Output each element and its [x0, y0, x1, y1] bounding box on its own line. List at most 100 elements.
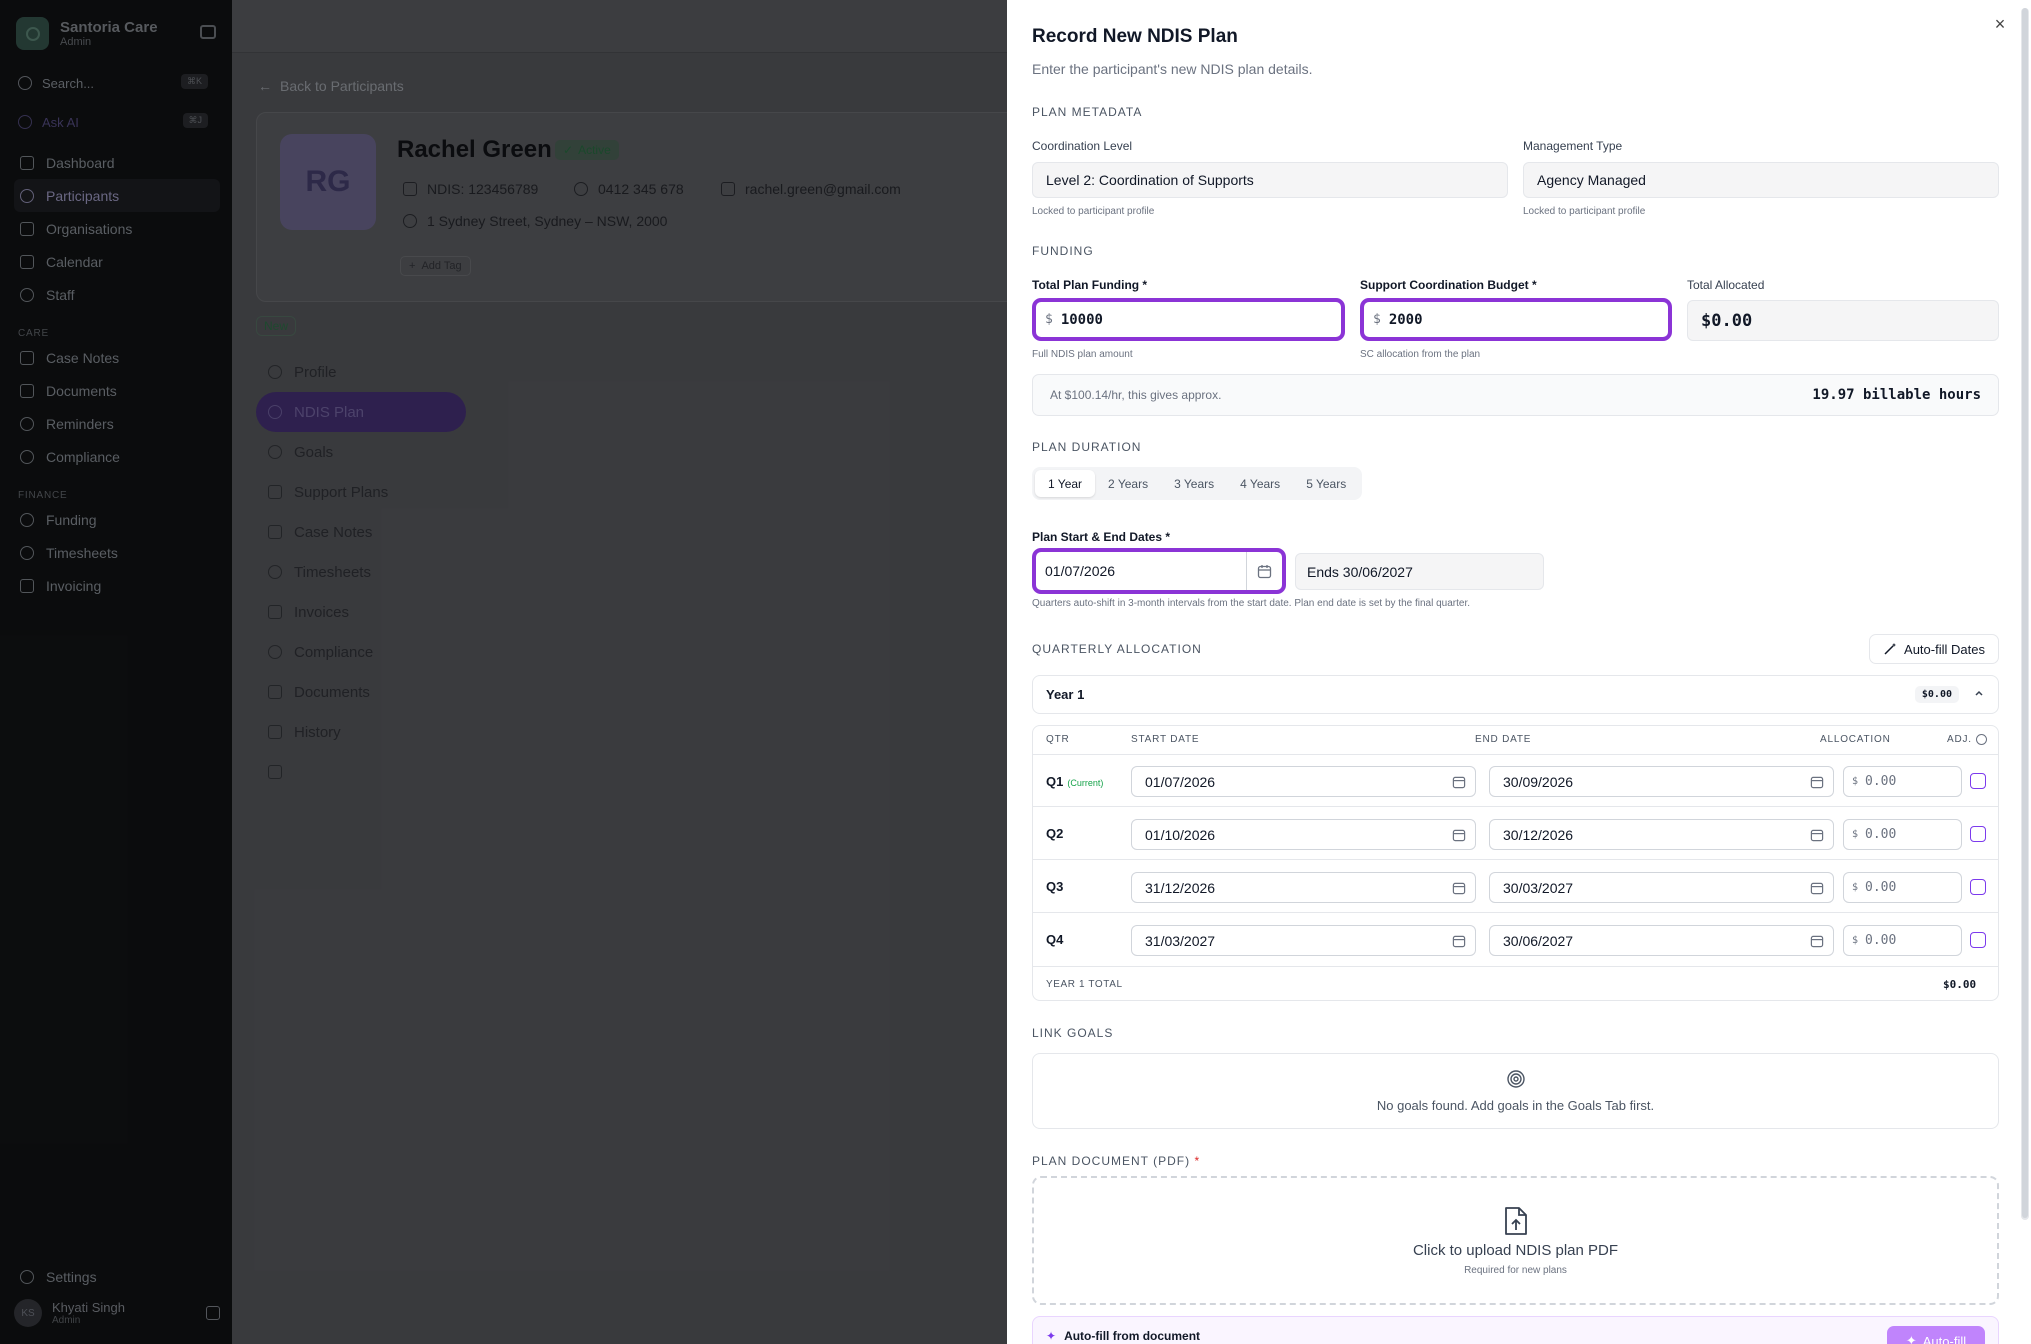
q2-start-date-input[interactable]: 01/10/2026	[1131, 819, 1476, 850]
auto-fill-dates-button[interactable]: Auto-fill Dates	[1869, 634, 1999, 664]
auto-fill-button[interactable]: ✦ Auto-fill	[1887, 1326, 1985, 1344]
divider	[1033, 754, 1998, 755]
quarter-label: Q4	[1046, 932, 1063, 947]
calendar-icon[interactable]	[1452, 828, 1466, 845]
total-plan-funding-hint: Full NDIS plan amount	[1032, 349, 1133, 360]
plan-dates-hint: Quarters auto-shift in 3-month intervals…	[1032, 598, 1471, 609]
sc-budget-label: Support Coordination Budget *	[1360, 278, 1537, 292]
q3-end-date-value: 30/03/2027	[1503, 879, 1574, 896]
currency-symbol: $	[1852, 776, 1859, 787]
q3-adjust-checkbox[interactable]	[1970, 879, 1986, 895]
quarter-label: Q3	[1046, 879, 1063, 894]
q1-allocation-value: 0.00	[1865, 774, 1897, 789]
duration-option-5-years[interactable]: 5 Years	[1293, 470, 1359, 497]
q1-end-date-input[interactable]: 30/09/2026	[1489, 766, 1834, 797]
quarter-label: Q1 (Current)	[1046, 774, 1103, 789]
total-plan-funding-value: 10000	[1060, 311, 1103, 328]
q2-allocation-input[interactable]: $0.00	[1843, 819, 1962, 850]
coordination-level-hint: Locked to participant profile	[1032, 206, 1155, 217]
upload-hint: Required for new plans	[1464, 1264, 1567, 1276]
management-type-field: Agency Managed	[1523, 162, 1999, 198]
modal-backdrop[interactable]	[0, 0, 1007, 1344]
plan-start-date-value: 01/07/2026	[1045, 563, 1116, 579]
q2-adjust-checkbox[interactable]	[1970, 826, 1986, 842]
calendar-icon[interactable]	[1246, 552, 1282, 590]
sc-budget-value: 2000	[1388, 311, 1423, 328]
q3-start-date-value: 31/12/2026	[1145, 879, 1216, 896]
calendar-icon[interactable]	[1810, 775, 1824, 792]
q4-start-date-input[interactable]: 31/03/2027	[1131, 925, 1476, 956]
quarter-label: Q2	[1046, 826, 1063, 841]
divider	[1033, 806, 1998, 807]
q3-allocation-input[interactable]: $0.00	[1843, 872, 1962, 903]
sc-budget-input[interactable]: $ 2000	[1360, 298, 1672, 341]
q1-adjust-checkbox[interactable]	[1970, 773, 1986, 789]
total-plan-funding-label: Total Plan Funding *	[1032, 278, 1147, 292]
plan-duration-selector: 1 Year 2 Years 3 Years 4 Years 5 Years	[1032, 467, 1363, 500]
duration-option-2-years[interactable]: 2 Years	[1095, 470, 1161, 497]
sc-budget-label-text: Support Coordination Budget *	[1360, 278, 1537, 292]
required-marker: *	[1194, 1154, 1201, 1168]
goals-empty-text: No goals found. Add goals in the Goals T…	[1376, 1098, 1655, 1113]
auto-fill-from-document-label: Auto-fill from document	[1064, 1329, 1201, 1343]
q4-adjust-checkbox[interactable]	[1970, 932, 1986, 948]
q4-end-date-input[interactable]: 30/06/2027	[1489, 925, 1834, 956]
col-header-qtr: QTR	[1046, 734, 1070, 745]
file-upload-icon	[1504, 1206, 1527, 1235]
section-plan-metadata: PLAN METADATA	[1032, 105, 1143, 119]
calendar-icon[interactable]	[1810, 881, 1824, 898]
management-type-label: Management Type	[1523, 139, 1623, 153]
year-amount-badge: $0.00	[1914, 686, 1959, 703]
q1-start-date-input[interactable]: 01/07/2026	[1131, 766, 1476, 797]
q2-end-date-input[interactable]: 30/12/2026	[1489, 819, 1834, 850]
section-link-goals: LINK GOALS	[1032, 1026, 1114, 1040]
sparkle-icon: ✦	[1905, 1333, 1917, 1344]
panel-scrollbar[interactable]	[2021, 8, 2029, 1220]
divider	[1033, 912, 1998, 913]
calendar-icon[interactable]	[1452, 881, 1466, 898]
q3-end-date-input[interactable]: 30/03/2027	[1489, 872, 1834, 903]
sc-budget-hint: SC allocation from the plan	[1360, 349, 1481, 360]
q4-start-date-value: 31/03/2027	[1145, 932, 1216, 949]
coordination-level-label: Coordination Level	[1032, 139, 1133, 153]
scrollbar-thumb[interactable]	[2022, 8, 2028, 1218]
auto-fill-button-label: Auto-fill	[1922, 1333, 1967, 1344]
total-plan-funding-label-text: Total Plan Funding *	[1032, 278, 1148, 292]
chevron-up-icon[interactable]	[1973, 686, 1985, 704]
quarter-name: Q2	[1046, 826, 1064, 841]
calendar-icon[interactable]	[1452, 775, 1466, 792]
management-type-hint: Locked to participant profile	[1523, 206, 1646, 217]
year-1-accordion[interactable]: Year 1 $0.00	[1032, 675, 1999, 714]
total-plan-funding-input[interactable]: $ 10000	[1032, 298, 1345, 341]
plan-start-date-input[interactable]: 01/07/2026	[1032, 548, 1286, 594]
section-funding: FUNDING	[1032, 244, 1094, 258]
upload-label: Click to upload NDIS plan PDF	[1412, 1241, 1619, 1259]
currency-symbol: $	[1852, 882, 1859, 893]
calendar-icon[interactable]	[1810, 828, 1824, 845]
calendar-icon[interactable]	[1810, 934, 1824, 951]
quarterly-table: QTR START DATE END DATE ALLOCATION ADJ. …	[1032, 725, 1999, 1001]
app-background: Santoria Care Admin Search... ⌘K Ask AI …	[0, 0, 1026, 1344]
divider	[1033, 966, 1998, 967]
record-ndis-plan-panel	[1007, 0, 2031, 1344]
close-button[interactable]: ×	[1990, 14, 2010, 34]
q4-end-date-value: 30/06/2027	[1503, 932, 1574, 949]
q4-allocation-input[interactable]: $0.00	[1843, 925, 1962, 956]
panel-title: Record New NDIS Plan	[1032, 26, 1238, 47]
divider	[1033, 859, 1998, 860]
pdf-upload-dropzone[interactable]: Click to upload NDIS plan PDF Required f…	[1032, 1176, 1999, 1305]
duration-option-3-years[interactable]: 3 Years	[1161, 470, 1227, 497]
currency-symbol: $	[1373, 312, 1381, 327]
magic-wand-icon	[1884, 643, 1897, 655]
section-quarterly-allocation: QUARTERLY ALLOCATION	[1032, 642, 1202, 656]
duration-option-4-years[interactable]: 4 Years	[1227, 470, 1293, 497]
duration-option-1-year[interactable]: 1 Year	[1035, 470, 1096, 497]
current-quarter-tag: (Current)	[1067, 778, 1104, 788]
calendar-icon[interactable]	[1452, 934, 1466, 951]
q1-allocation-input[interactable]: $0.00	[1843, 766, 1962, 797]
billable-hours-estimate: At $100.14/hr, this gives approx. 19.97 …	[1032, 374, 1999, 416]
plan-dates-label: Plan Start & End Dates *	[1032, 530, 1170, 544]
info-icon[interactable]	[1975, 734, 1987, 745]
q1-end-date-value: 30/09/2026	[1503, 773, 1574, 790]
q3-start-date-input[interactable]: 31/12/2026	[1131, 872, 1476, 903]
